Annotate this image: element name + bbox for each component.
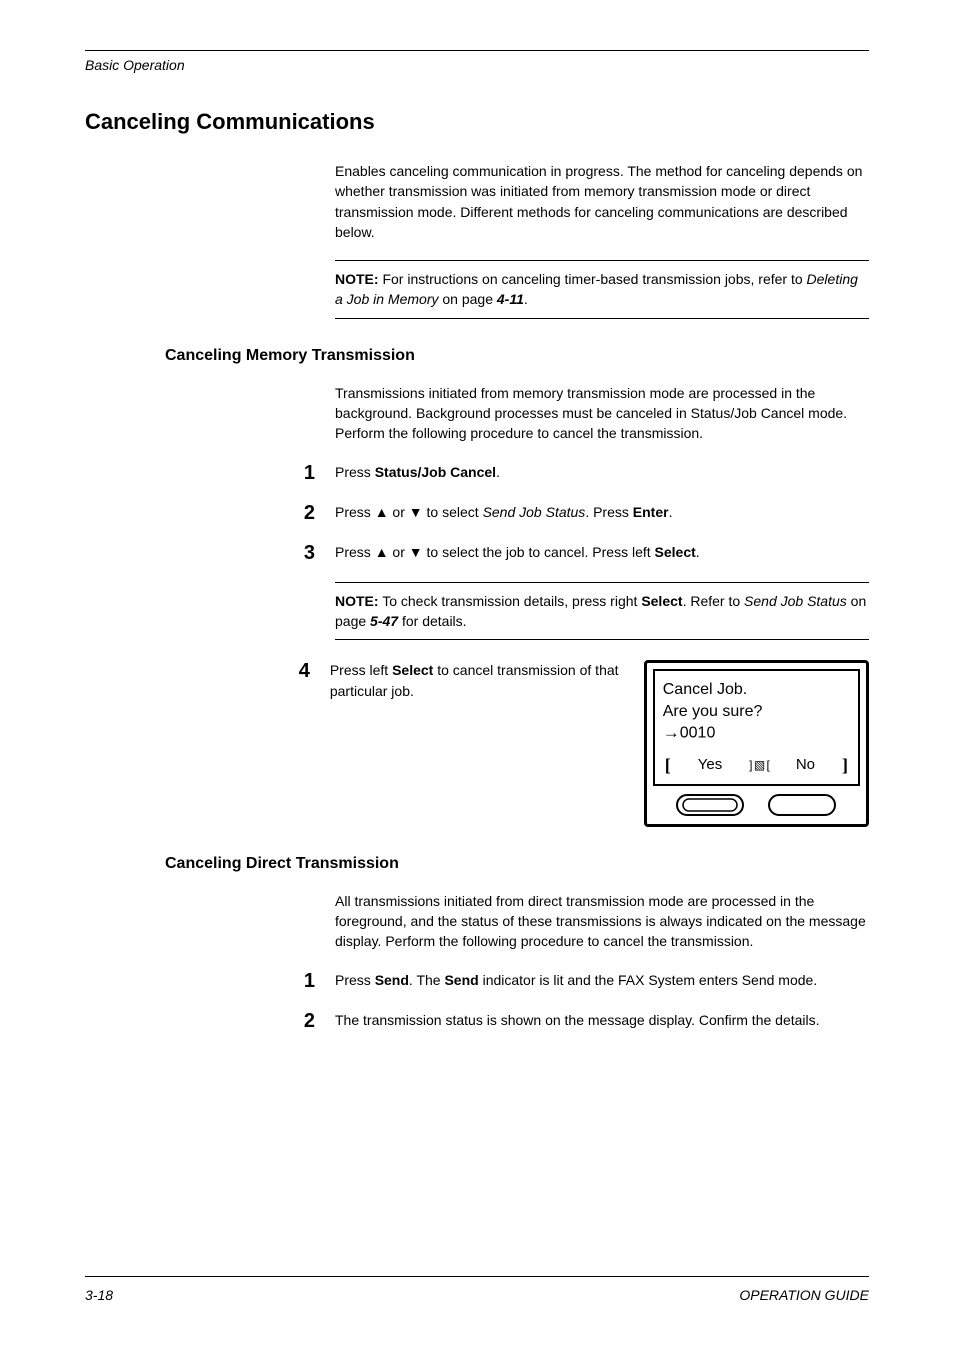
step-number: 2 bbox=[85, 502, 335, 524]
lcd-line-1: Cancel Job. bbox=[663, 679, 850, 701]
hw-button-left bbox=[676, 794, 744, 816]
sec2-step-2: 2 The transmission status is shown on th… bbox=[85, 1010, 869, 1032]
section2-intro: All transmissions initiated from direct … bbox=[335, 891, 869, 952]
t: to select the job to cancel. Press left bbox=[423, 544, 655, 560]
t: Press bbox=[335, 464, 375, 480]
step-number: 2 bbox=[85, 1010, 335, 1032]
step-2: 2 Press ▲ or ▼ to select Send Job Status… bbox=[85, 502, 869, 524]
running-header: Basic Operation bbox=[85, 57, 869, 73]
t: Select bbox=[641, 593, 682, 609]
lcd-screen: Cancel Job. Are you sure? →0010 [ Yes ] … bbox=[653, 669, 860, 785]
t: . Press bbox=[585, 504, 632, 520]
note-label: NOTE: bbox=[335, 271, 379, 287]
step-text: Press left Select to cancel transmission… bbox=[330, 660, 638, 701]
down-triangle-icon: ▼ bbox=[409, 542, 423, 562]
section1-intro: Transmissions initiated from memory tran… bbox=[335, 383, 869, 444]
sec2-step-1: 1 Press Send. The Send indicator is lit … bbox=[85, 970, 869, 992]
down-triangle-icon: ▼ bbox=[409, 502, 423, 522]
lcd-line-2: Are you sure? bbox=[663, 701, 850, 723]
step-text: Press Status/Job Cancel. bbox=[335, 462, 869, 482]
t: Press bbox=[335, 504, 375, 520]
note-box-2: NOTE: To check transmission details, pre… bbox=[335, 582, 869, 641]
hardware-buttons bbox=[653, 794, 860, 816]
step-4: 4 Press left Select to cancel transmissi… bbox=[85, 660, 869, 826]
t: To check transmission details, press rig… bbox=[379, 593, 642, 609]
softkey-yes: Yes bbox=[698, 755, 722, 775]
t: Send bbox=[375, 972, 409, 988]
t: 0010 bbox=[680, 725, 716, 742]
lcd-softkey-row: [ Yes ] ▧ [ No ] bbox=[663, 751, 850, 777]
t: . bbox=[669, 504, 673, 520]
t: . bbox=[496, 464, 500, 480]
t: to select bbox=[423, 504, 483, 520]
right-bracket-icon: ] bbox=[842, 753, 848, 777]
t: Send Job Status bbox=[744, 593, 847, 609]
step-number: 4 bbox=[85, 660, 330, 682]
note1-rest: on page bbox=[438, 291, 496, 307]
t: Send bbox=[444, 972, 478, 988]
step-text: Press ▲ or ▼ to select the job to cancel… bbox=[335, 542, 869, 562]
softkey-no: No bbox=[796, 755, 815, 775]
t: . bbox=[696, 544, 700, 560]
t: or bbox=[389, 544, 409, 560]
t: Select bbox=[655, 544, 696, 560]
t: Send Job Status bbox=[483, 504, 586, 520]
t: Status/Job Cancel bbox=[375, 464, 496, 480]
page-title: Canceling Communications bbox=[85, 109, 869, 135]
hw-button-right bbox=[768, 794, 836, 816]
t: Press left bbox=[330, 662, 392, 678]
step-number: 3 bbox=[85, 542, 335, 564]
step-text: Press Send. The Send indicator is lit an… bbox=[335, 970, 869, 990]
t: Press bbox=[335, 544, 375, 560]
step-text: Press ▲ or ▼ to select Send Job Status. … bbox=[335, 502, 869, 522]
left-bracket-icon: [ bbox=[665, 753, 671, 777]
step-1: 1 Press Status/Job Cancel. bbox=[85, 462, 869, 484]
t: or bbox=[389, 504, 409, 520]
right-arrow-icon: → bbox=[663, 722, 680, 745]
note1-body: For instructions on canceling timer-base… bbox=[379, 271, 807, 287]
footer-rule bbox=[85, 1276, 869, 1277]
up-triangle-icon: ▲ bbox=[375, 502, 389, 522]
t: Enter bbox=[633, 504, 669, 520]
up-triangle-icon: ▲ bbox=[375, 542, 389, 562]
intro-paragraph: Enables canceling communication in progr… bbox=[335, 161, 869, 242]
note-box-1: NOTE: For instructions on canceling time… bbox=[335, 260, 869, 319]
t: indicator is lit and the FAX System ente… bbox=[479, 972, 818, 988]
lcd-line-3: →0010 bbox=[663, 722, 850, 745]
note1-end: . bbox=[524, 291, 528, 307]
t: Press bbox=[335, 972, 375, 988]
t: for details. bbox=[398, 613, 466, 629]
t: 5-47 bbox=[370, 613, 398, 629]
center-bracket-icon: ] ▧ [ bbox=[749, 757, 769, 773]
note-label: NOTE: bbox=[335, 593, 379, 609]
footer-page-number: 3-18 bbox=[85, 1287, 113, 1303]
note1-page: 4-11 bbox=[497, 291, 524, 307]
footer-guide-label: OPERATION GUIDE bbox=[739, 1287, 869, 1303]
t: . The bbox=[409, 972, 445, 988]
header-rule bbox=[85, 50, 869, 51]
step-number: 1 bbox=[85, 462, 335, 484]
section1-title: Canceling Memory Transmission bbox=[165, 347, 869, 365]
step-number: 1 bbox=[85, 970, 335, 992]
lcd-panel: Cancel Job. Are you sure? →0010 [ Yes ] … bbox=[644, 660, 869, 826]
t: Select bbox=[392, 662, 433, 678]
t: . Refer to bbox=[683, 593, 744, 609]
step-text: The transmission status is shown on the … bbox=[335, 1010, 869, 1030]
section2-title: Canceling Direct Transmission bbox=[165, 855, 869, 873]
step-3: 3 Press ▲ or ▼ to select the job to canc… bbox=[85, 542, 869, 564]
